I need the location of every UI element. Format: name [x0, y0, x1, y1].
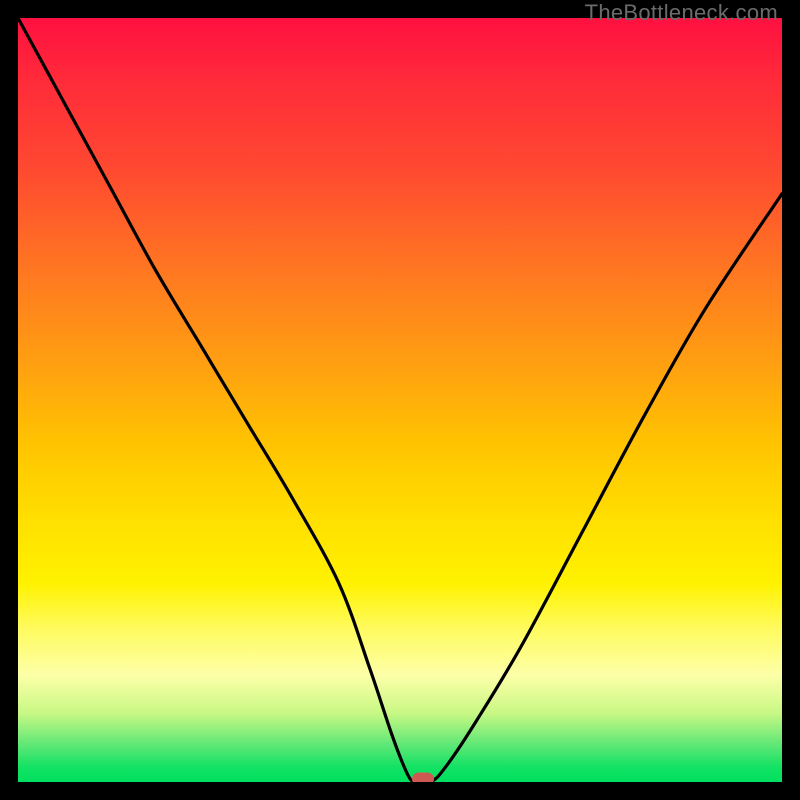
plot-area	[18, 18, 782, 782]
chart-frame: TheBottleneck.com	[0, 0, 800, 800]
bottleneck-curve	[18, 18, 782, 782]
optimal-point-marker	[412, 773, 434, 783]
attribution-label: TheBottleneck.com	[585, 0, 778, 26]
